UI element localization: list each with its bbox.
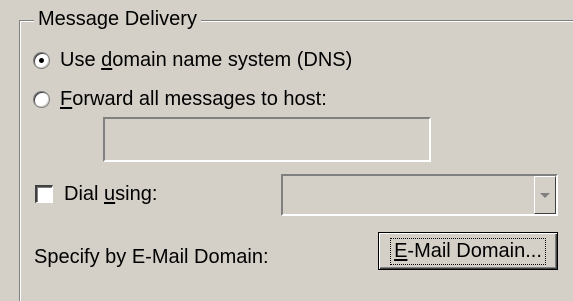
dial-connection-select[interactable]: [281, 174, 558, 216]
radio-selected-dot: [39, 57, 44, 63]
dial-using-label: Dial using:: [64, 182, 157, 206]
dns-radio-option[interactable]: Use domain name system (DNS): [33, 48, 352, 72]
email-domain-button-label: E-Mail Domain...: [390, 237, 546, 265]
dial-label-accel: u: [104, 183, 116, 205]
forward-radio-label: Forward all messages to host:: [60, 87, 327, 111]
email-domain-label: Specify by E-Mail Domain:: [34, 246, 269, 268]
email-domain-button[interactable]: E-Mail Domain...: [378, 232, 558, 270]
forward-radio-button[interactable]: [33, 90, 50, 108]
dns-radio-label: Use domain name system (DNS): [60, 48, 352, 72]
dial-label-pre: Dial: [64, 183, 105, 205]
forward-radio-option[interactable]: Forward all messages to host:: [33, 87, 327, 111]
dial-label-post: sing:: [115, 183, 158, 205]
chevron-down-icon: [540, 192, 550, 198]
forward-host-input[interactable]: [103, 117, 431, 162]
forward-label-post: orward all messages to host:: [72, 88, 327, 110]
group-title: Message Delivery: [34, 7, 201, 31]
dns-label-accel: d: [101, 49, 113, 71]
forward-label-accel: F: [60, 88, 73, 110]
dial-using-checkbox[interactable]: [35, 185, 53, 203]
dial-using-option[interactable]: Dial using:: [35, 182, 157, 206]
dial-dropdown-button[interactable]: [534, 176, 556, 214]
dns-label-post: omain name system (DNS): [112, 49, 353, 71]
email-domain-button-text: -Mail Domain...: [407, 239, 542, 262]
email-domain-button-accel: E: [394, 239, 408, 262]
dns-label-pre: Use: [60, 49, 102, 71]
dns-radio-button[interactable]: [33, 51, 50, 69]
